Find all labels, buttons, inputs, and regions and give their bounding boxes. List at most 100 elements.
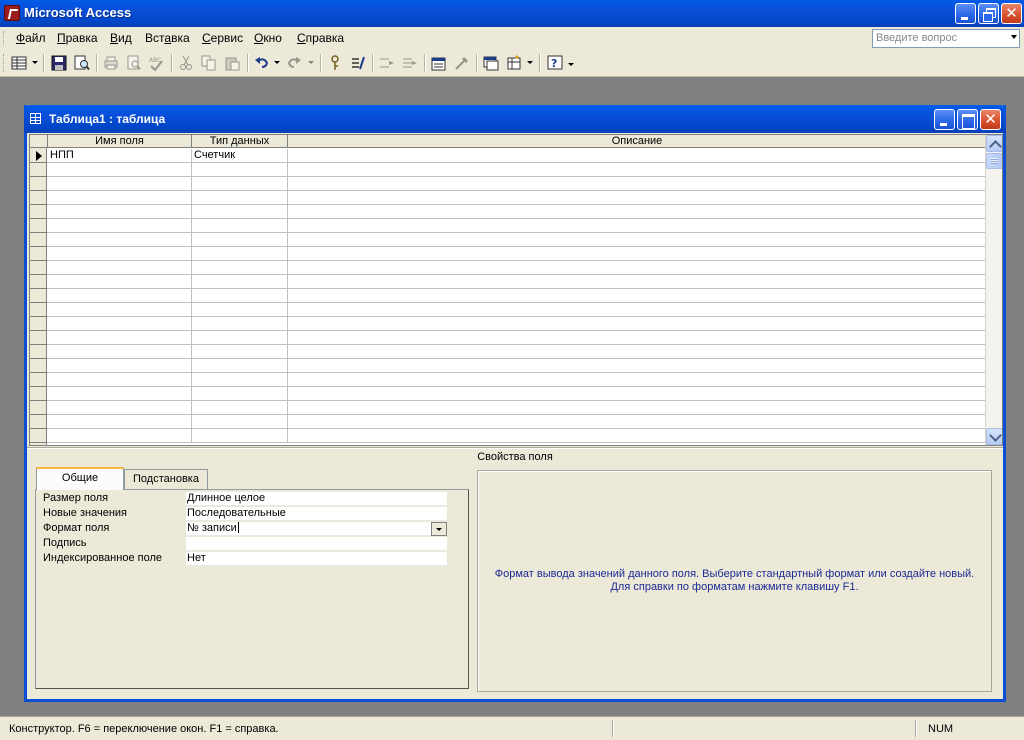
view-dropdown-arrow[interactable] — [32, 61, 38, 64]
description-cell[interactable] — [288, 429, 986, 443]
description-cell[interactable] — [288, 261, 986, 275]
row-selector[interactable] — [30, 289, 47, 303]
field-name-cell[interactable] — [48, 177, 192, 191]
menu-view[interactable]: Вид — [110, 31, 132, 45]
field-name-cell[interactable] — [48, 387, 192, 401]
column-header-field-name[interactable]: Имя поля — [48, 135, 192, 148]
field-name-cell[interactable] — [48, 317, 192, 331]
field-name-cell[interactable] — [48, 331, 192, 345]
field-name-cell[interactable] — [48, 219, 192, 233]
minimize-button[interactable] — [955, 3, 976, 24]
description-cell[interactable] — [288, 387, 986, 401]
description-cell[interactable] — [288, 345, 986, 359]
field-name-cell[interactable] — [48, 233, 192, 247]
description-cell[interactable] — [288, 331, 986, 345]
table-row[interactable] — [30, 247, 986, 261]
data-type-cell[interactable] — [192, 359, 288, 373]
prop-value-caption[interactable] — [186, 537, 447, 551]
table-row[interactable] — [30, 345, 986, 359]
menu-grip[interactable] — [3, 31, 6, 45]
row-selector[interactable] — [30, 303, 47, 317]
description-cell[interactable] — [288, 275, 986, 289]
field-name-cell[interactable] — [48, 275, 192, 289]
print-button[interactable] — [101, 53, 121, 73]
data-type-cell[interactable] — [192, 429, 288, 443]
row-selector[interactable] — [30, 429, 47, 443]
table-row[interactable] — [30, 163, 986, 177]
row-selector[interactable] — [30, 415, 47, 429]
redo-button[interactable] — [284, 53, 304, 73]
restore-button[interactable] — [978, 3, 999, 24]
row-selector[interactable] — [30, 247, 47, 261]
row-selector[interactable] — [30, 373, 47, 387]
child-title-bar[interactable]: Таблица1 : таблица ✕ — [24, 105, 1006, 133]
column-header-description[interactable]: Описание — [288, 135, 986, 148]
data-type-cell[interactable] — [192, 303, 288, 317]
format-dropdown-button[interactable] — [431, 522, 447, 536]
table-row[interactable] — [30, 415, 986, 429]
description-cell[interactable] — [288, 149, 986, 163]
question-input[interactable]: Введите вопрос — [872, 29, 1020, 48]
data-type-cell[interactable] — [192, 247, 288, 261]
toolbar-grip[interactable] — [3, 54, 6, 72]
menu-file[interactable]: Файл — [16, 31, 46, 45]
field-name-cell[interactable] — [48, 373, 192, 387]
field-name-cell[interactable] — [48, 303, 192, 317]
header-corner[interactable] — [30, 135, 48, 148]
field-name-cell[interactable] — [48, 415, 192, 429]
field-name-cell[interactable] — [48, 401, 192, 415]
row-selector[interactable] — [30, 233, 47, 247]
table-row[interactable] — [30, 331, 986, 345]
scroll-up-button[interactable] — [986, 135, 1002, 152]
row-selector[interactable] — [30, 163, 47, 177]
table-row[interactable] — [30, 373, 986, 387]
table-icon[interactable] — [30, 113, 41, 124]
row-selector[interactable] — [30, 177, 47, 191]
menu-edit[interactable]: Правка — [57, 31, 98, 45]
description-cell[interactable] — [288, 219, 986, 233]
table-row[interactable]: НПП Счетчик — [30, 149, 986, 163]
field-name-cell[interactable] — [48, 191, 192, 205]
child-maximize-button[interactable] — [957, 109, 978, 130]
row-selector[interactable] — [30, 219, 47, 233]
row-selector[interactable] — [30, 275, 47, 289]
field-name-cell[interactable] — [48, 345, 192, 359]
field-name-cell[interactable] — [48, 429, 192, 443]
data-type-cell[interactable] — [192, 205, 288, 219]
description-cell[interactable] — [288, 401, 986, 415]
menu-tools[interactable]: Сервис — [202, 31, 243, 45]
description-cell[interactable] — [288, 233, 986, 247]
prop-value-format[interactable]: № записи — [186, 522, 447, 536]
description-cell[interactable] — [288, 317, 986, 331]
row-selector[interactable] — [30, 401, 47, 415]
row-selector[interactable] — [30, 261, 47, 275]
description-cell[interactable] — [288, 205, 986, 219]
prop-value-new-values[interactable]: Последовательные — [186, 507, 447, 521]
data-type-cell[interactable] — [192, 289, 288, 303]
prop-value-indexed[interactable]: Нет — [186, 552, 447, 566]
table-row[interactable] — [30, 177, 986, 191]
data-type-cell[interactable] — [192, 345, 288, 359]
row-selector[interactable] — [30, 191, 47, 205]
child-close-button[interactable]: ✕ — [980, 109, 1001, 130]
field-name-cell[interactable] — [48, 261, 192, 275]
data-type-cell[interactable] — [192, 415, 288, 429]
properties-button[interactable] — [429, 53, 449, 73]
save-button[interactable] — [49, 53, 69, 73]
row-selector[interactable] — [30, 331, 47, 345]
cut-button[interactable] — [176, 53, 196, 73]
row-selector[interactable] — [30, 387, 47, 401]
table-row[interactable] — [30, 359, 986, 373]
description-cell[interactable] — [288, 177, 986, 191]
row-selector[interactable] — [30, 359, 47, 373]
column-header-data-type[interactable]: Тип данных — [192, 135, 288, 148]
grid-vertical-scrollbar[interactable] — [985, 135, 1002, 445]
undo-button[interactable] — [252, 53, 272, 73]
paste-button[interactable] — [222, 53, 242, 73]
data-type-cell[interactable] — [192, 177, 288, 191]
table-row[interactable] — [30, 387, 986, 401]
build-button[interactable] — [452, 53, 472, 73]
view-button[interactable] — [9, 53, 29, 73]
row-selector[interactable] — [30, 345, 47, 359]
undo-dropdown-arrow[interactable] — [274, 61, 280, 64]
